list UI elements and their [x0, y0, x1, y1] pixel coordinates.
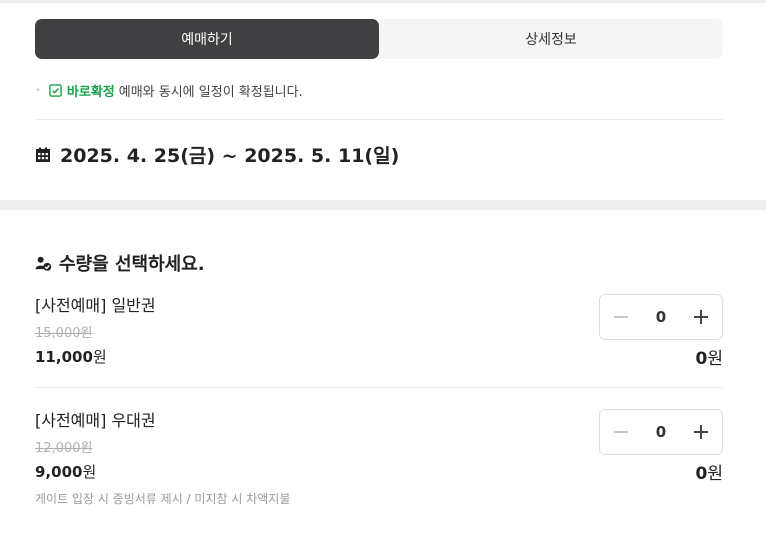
quantity-section: 수량을 선택하세요. [사전예매] 일반권 15,000원 11,000원 0 …: [0, 210, 766, 538]
ticket-sale-price: 9,000원: [35, 461, 723, 482]
minus-icon[interactable]: [612, 423, 630, 441]
quantity-stepper[interactable]: 0: [599, 294, 723, 340]
ticket-sale-price-unit: 원: [82, 463, 97, 481]
quantity-value: 0: [655, 308, 667, 326]
calendar-icon: [36, 147, 50, 162]
quantity-stepper[interactable]: 0: [599, 409, 723, 455]
quantity-title-text: 수량을 선택하세요.: [59, 254, 205, 275]
tab-bar: 예매하기 상세정보: [35, 19, 723, 59]
ticket-discount: [사전예매] 우대권 12,000원 9,000원 게이트 입장 시 증빙서류 …: [35, 407, 723, 507]
section-separator-band: [0, 200, 766, 210]
ticket-sale-price: 11,000원: [35, 346, 723, 367]
ticket-subtotal-number: 0: [695, 464, 708, 484]
plus-icon[interactable]: [692, 423, 710, 441]
people-check-icon: [35, 256, 52, 271]
ticket-subtotal-number: 0: [695, 349, 708, 369]
ticket-divider: [35, 387, 723, 388]
ticket-sale-price-unit: 원: [92, 348, 107, 366]
ticket-subtotal: 0원: [696, 459, 723, 484]
event-date-range: 2025. 4. 25(금) ~ 2025. 5. 11(일): [35, 141, 399, 168]
quantity-value: 0: [655, 423, 667, 441]
notice-bullet: •: [35, 85, 41, 96]
instant-confirm-notice: • 바로확정 예매와 동시에 일정이 확정됩니다.: [35, 81, 303, 100]
ticket-subtotal: 0원: [696, 344, 723, 369]
ticket-sale-price-number: 11,000: [35, 348, 93, 366]
tab-details[interactable]: 상세정보: [379, 19, 723, 59]
ticket-subtotal-unit: 원: [707, 464, 723, 484]
minus-icon[interactable]: [612, 308, 630, 326]
quantity-title: 수량을 선택하세요.: [35, 250, 205, 276]
tab-booking[interactable]: 예매하기: [35, 19, 379, 59]
ticket-sale-price-number: 9,000: [35, 463, 83, 481]
booking-header-section: 예매하기 상세정보 • 바로확정 예매와 동시에 일정이 확정됩니다. 2025…: [0, 3, 766, 200]
confirm-label: 바로확정: [66, 85, 115, 100]
ticket-general: [사전예매] 일반권 15,000원 11,000원 0 0원: [35, 292, 723, 369]
check-square-icon: [49, 84, 62, 97]
section-divider: [35, 119, 723, 120]
notice-text: 예매와 동시에 일정이 확정됩니다.: [118, 85, 303, 100]
plus-icon[interactable]: [692, 308, 710, 326]
ticket-subtotal-unit: 원: [707, 349, 723, 369]
date-range-text: 2025. 4. 25(금) ~ 2025. 5. 11(일): [60, 145, 400, 167]
ticket-note: 게이트 입장 시 증빙서류 제시 / 미지참 시 차액지불: [35, 492, 291, 506]
